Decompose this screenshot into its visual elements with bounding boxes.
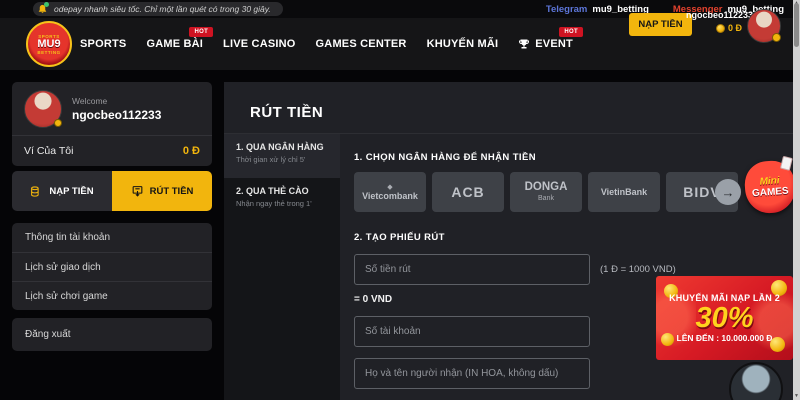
tab-label: 2. QUA THẺ CÀO bbox=[236, 186, 328, 196]
tab-subtitle: Thời gian xử lý chỉ 5' bbox=[236, 155, 328, 164]
nav-label: LIVE CASINO bbox=[223, 38, 296, 50]
sidebar: Welcome ngocbeo112233 Ví Của Tôi 0 Đ NẠP… bbox=[12, 82, 212, 351]
logo-center-text: MU9 bbox=[37, 39, 60, 50]
online-dot bbox=[44, 2, 49, 7]
sidebar-action-buttons: NẠP TIỀN RÚT TIỀN bbox=[12, 171, 212, 211]
page-title: RÚT TIỀN bbox=[224, 82, 793, 121]
scrollbar-down-arrow[interactable]: ▼ bbox=[793, 393, 800, 399]
sidebar-username: ngocbeo112233 bbox=[72, 108, 161, 122]
bell-icon bbox=[37, 4, 48, 15]
header-username: ngocbeo112233 bbox=[686, 10, 742, 20]
sidebar-withdraw-button[interactable]: RÚT TIỀN bbox=[112, 171, 212, 211]
amount-input[interactable] bbox=[354, 254, 590, 285]
nav-khuyen-mai[interactable]: KHUYẾN MÃI bbox=[427, 38, 499, 50]
sidebar-item-account-info[interactable]: Thông tin tài khoản bbox=[12, 223, 212, 252]
sidebar-menu: Thông tin tài khoản Lịch sử giao dịch Lị… bbox=[12, 223, 212, 310]
main-nav: SPORTS GAME BÀI HOT LIVE CASINO GAMES CE… bbox=[80, 18, 573, 70]
bank-name: Vietcombank bbox=[362, 192, 418, 201]
sidebar-withdraw-label: RÚT TIỀN bbox=[150, 186, 194, 197]
bank-donga[interactable]: DONGA Bank bbox=[510, 172, 582, 212]
nav-label: EVENT bbox=[535, 38, 573, 50]
sidebar-avatar bbox=[24, 90, 62, 128]
minigames-line2: GAMES bbox=[752, 185, 789, 199]
header-balance: 0 Đ bbox=[686, 23, 742, 33]
trophy-icon bbox=[518, 38, 530, 50]
bank-name: DONGA bbox=[525, 182, 568, 194]
avatar-badge bbox=[54, 119, 62, 127]
nav-game-bai[interactable]: GAME BÀI HOT bbox=[146, 38, 203, 50]
header-deposit-button[interactable]: NẠP TIỀN bbox=[629, 13, 692, 36]
promo-banner[interactable]: KHUYẾN MÃI NẠP LẦN 2 30% LÊN ĐẾN : 10.00… bbox=[656, 276, 793, 360]
withdraw-content: 1. CHỌN NGÂN HÀNG ĐỂ NHẬN TIỀN ◆ Vietcom… bbox=[354, 134, 793, 400]
balance-value: 0 Đ bbox=[728, 23, 742, 33]
bank-carousel: ◆ Vietcombank ACB DONGA Bank VietinBank … bbox=[354, 172, 746, 212]
wallet-balance: 0 Đ bbox=[183, 145, 200, 157]
nav-label: KHUYẾN MÃI bbox=[427, 38, 499, 50]
withdraw-method-tabs: 1. QUA NGÂN HÀNG Thời gian xử lý chỉ 5' … bbox=[224, 134, 340, 400]
coin-icon bbox=[716, 24, 725, 33]
nav-live-casino[interactable]: LIVE CASINO bbox=[223, 38, 296, 50]
coins-icon bbox=[30, 185, 43, 198]
notification-text: odepay nhanh siêu tốc. Chỉ một lần quét … bbox=[54, 4, 271, 14]
avatar-badge bbox=[772, 33, 781, 42]
nav-label: GAMES CENTER bbox=[316, 38, 407, 50]
tab-scratch-card[interactable]: 2. QUA THẺ CÀO Nhận ngay thẻ trong 1' bbox=[224, 178, 340, 222]
hot-badge: HOT bbox=[559, 27, 583, 37]
account-number-input[interactable] bbox=[354, 316, 590, 347]
bank-vietinbank[interactable]: VietinBank bbox=[588, 172, 660, 212]
wallet-row: Ví Của Tôi 0 Đ bbox=[12, 135, 212, 166]
sidebar-item-transaction-history[interactable]: Lịch sử giao dịch bbox=[12, 252, 212, 281]
hot-badge: HOT bbox=[189, 27, 213, 37]
rate-note: (1 Đ = 1000 VND) bbox=[600, 264, 676, 275]
bank-acb[interactable]: ACB bbox=[432, 172, 504, 212]
scrollbar[interactable]: ▲ ▼ bbox=[793, 0, 800, 400]
bank-section-title: 1. CHỌN NGÂN HÀNG ĐỂ NHẬN TIỀN bbox=[354, 152, 793, 163]
atm-icon bbox=[131, 185, 144, 198]
bank-vietcombank[interactable]: ◆ Vietcombank bbox=[354, 172, 426, 212]
tab-label: 1. QUA NGÂN HÀNG bbox=[236, 142, 328, 152]
tab-subtitle: Nhận ngay thẻ trong 1' bbox=[236, 199, 328, 208]
sidebar-logout[interactable]: Đăng xuất bbox=[12, 318, 212, 351]
bank-subname: Bank bbox=[538, 195, 554, 202]
bank-name: ACB bbox=[451, 185, 484, 199]
scrollbar-thumb[interactable] bbox=[794, 3, 799, 47]
bank-name: VietinBank bbox=[601, 188, 647, 197]
receiver-name-input[interactable] bbox=[354, 358, 590, 389]
carousel-next-button[interactable]: → bbox=[715, 179, 741, 205]
sidebar-deposit-label: NẠP TIỀN bbox=[49, 186, 93, 197]
sidebar-deposit-button[interactable]: NẠP TIỀN bbox=[12, 171, 112, 211]
logo-bottom-text: BETTING bbox=[37, 50, 60, 55]
mu9-logo[interactable]: SPORTS MU9 BETTING bbox=[26, 21, 72, 67]
wallet-label: Ví Của Tôi bbox=[24, 145, 73, 157]
nav-label: GAME BÀI bbox=[146, 38, 203, 50]
sidebar-user-card: Welcome ngocbeo112233 Ví Của Tôi 0 Đ bbox=[12, 82, 212, 166]
telegram-label[interactable]: Telegram bbox=[546, 4, 588, 15]
nav-sports[interactable]: SPORTS bbox=[80, 38, 126, 50]
nav-games-center[interactable]: GAMES CENTER bbox=[316, 38, 407, 50]
promo-subtitle: LÊN ĐẾN : 10.000.000 Đ bbox=[677, 333, 773, 343]
tab-bank-transfer[interactable]: 1. QUA NGÂN HÀNG Thời gian xử lý chỉ 5' bbox=[224, 134, 340, 178]
sidebar-user-text: Welcome ngocbeo112233 bbox=[72, 96, 161, 122]
nav-event[interactable]: EVENT HOT bbox=[518, 38, 573, 50]
page: odepay nhanh siêu tốc. Chỉ một lần quét … bbox=[0, 0, 800, 400]
nav-label: SPORTS bbox=[80, 38, 126, 50]
bank-logo-icon: ◆ bbox=[387, 184, 392, 191]
sidebar-item-game-history[interactable]: Lịch sử chơi game bbox=[12, 281, 212, 310]
header-user-info[interactable]: ngocbeo112233 0 Đ bbox=[686, 10, 742, 33]
notification-pill: odepay nhanh siêu tốc. Chỉ một lần quét … bbox=[33, 2, 283, 16]
coin-decoration bbox=[661, 333, 674, 346]
header-avatar[interactable] bbox=[747, 9, 781, 43]
form-section-title: 2. TẠO PHIẾU RÚT bbox=[354, 232, 793, 243]
promo-percent: 30% bbox=[695, 303, 753, 333]
welcome-label: Welcome bbox=[72, 96, 161, 106]
sidebar-user-row: Welcome ngocbeo112233 bbox=[12, 82, 212, 136]
